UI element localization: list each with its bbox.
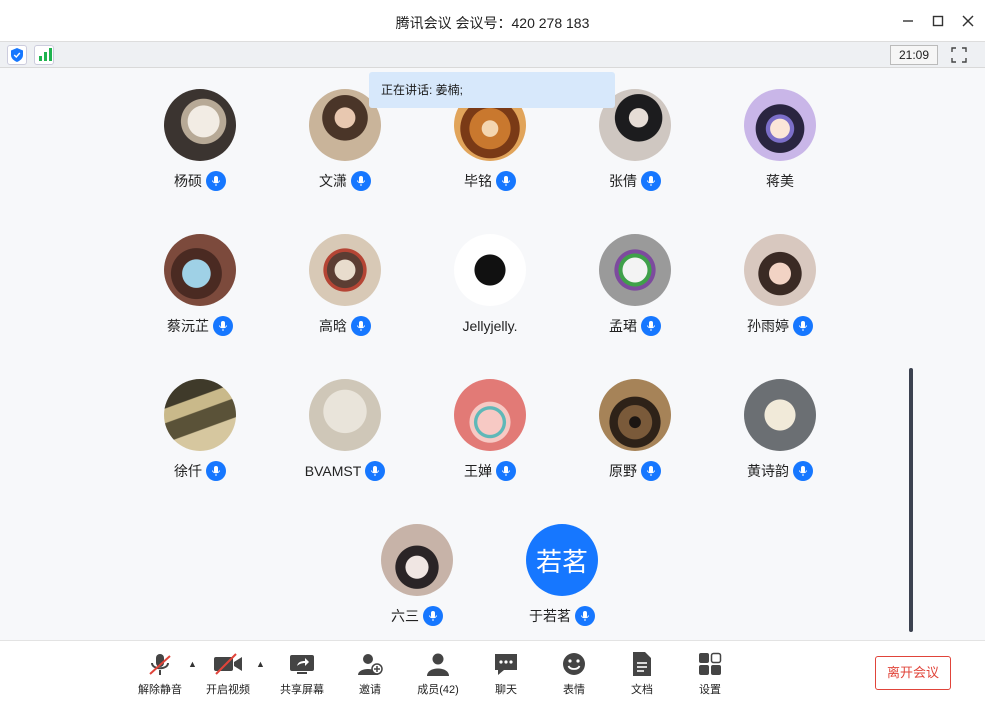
mic-muted-icon	[149, 654, 171, 675]
participant-name: 毕铭	[464, 173, 492, 189]
share-screen-button[interactable]: 共享屏幕	[272, 647, 332, 701]
mic-icon	[213, 316, 233, 336]
participant-name: 张倩	[609, 173, 637, 189]
mic-icon	[206, 171, 226, 191]
meeting-clock: 21:09	[890, 45, 938, 65]
avatar-initials: 若茗	[526, 524, 598, 596]
avatar	[454, 234, 526, 306]
minimize-icon[interactable]	[897, 10, 919, 32]
title-bar: 腾讯会议 会议号：420 278 183	[0, 0, 985, 42]
maximize-icon[interactable]	[927, 10, 949, 32]
mic-icon	[641, 461, 661, 481]
participant-tile[interactable]: Jellyjelly.	[417, 234, 563, 354]
chat-icon	[495, 654, 517, 675]
mic-icon	[793, 316, 813, 336]
participant-name: BVAMST	[304, 463, 362, 479]
settings-button[interactable]: 设置	[680, 647, 740, 701]
document-icon	[633, 652, 651, 676]
window-title: 腾讯会议 会议号：420 278 183	[395, 15, 590, 31]
avatar	[744, 379, 816, 451]
participant-name: 黄诗韵	[747, 463, 789, 479]
avatar	[599, 234, 671, 306]
avatar	[381, 524, 453, 596]
invite-button[interactable]: 邀请	[340, 647, 400, 701]
participant-tile[interactable]: 孙雨婷	[707, 234, 853, 354]
mic-icon	[793, 461, 813, 481]
participant-name: 高晗	[319, 318, 347, 334]
participant-tile[interactable]: 若茗 于若茗	[489, 524, 635, 644]
avatar	[744, 234, 816, 306]
video-options-caret[interactable]: ▲	[256, 659, 266, 669]
fullscreen-icon[interactable]	[948, 45, 970, 65]
avatar	[309, 379, 381, 451]
avatar	[164, 379, 236, 451]
avatar	[309, 234, 381, 306]
mic-icon	[206, 461, 226, 481]
participant-tile[interactable]: 蔡沅芷	[127, 234, 273, 354]
apps-grid-icon	[699, 652, 722, 675]
participant-tile[interactable]: BVAMST	[272, 379, 418, 499]
avatar	[454, 379, 526, 451]
mic-icon	[423, 606, 443, 626]
participant-tile[interactable]: 六三	[344, 524, 490, 644]
avatar	[744, 89, 816, 161]
reactions-button[interactable]: 表情	[544, 647, 604, 701]
share-screen-icon	[290, 655, 314, 674]
participant-name: 杨硕	[174, 173, 202, 189]
shield-icon[interactable]	[7, 45, 27, 65]
participant-tile[interactable]: 徐仟	[127, 379, 273, 499]
emoji-icon	[563, 653, 585, 675]
signal-icon[interactable]	[34, 45, 54, 65]
mic-icon	[496, 171, 516, 191]
participant-tile[interactable]: 杨硕	[127, 89, 273, 209]
meeting-toolbar: 解除静音 ▲ 开启视频 ▲ 共享屏幕 邀请 成员(42) 聊天 表情 文档 设置…	[0, 640, 985, 705]
start-video-button[interactable]: 开启视频	[198, 647, 258, 701]
participant-tile[interactable]: 孟珺	[562, 234, 708, 354]
participant-name: 原野	[609, 463, 637, 479]
gallery-scrollbar[interactable]	[909, 368, 913, 632]
chat-button[interactable]: 聊天	[476, 647, 536, 701]
documents-button[interactable]: 文档	[612, 647, 672, 701]
participant-name: 徐仟	[174, 463, 202, 479]
unmute-button[interactable]: 解除静音	[130, 647, 190, 701]
leave-meeting-button[interactable]: 离开会议	[875, 656, 951, 690]
participant-name: 孙雨婷	[747, 318, 789, 334]
participant-name: 文潇	[319, 173, 347, 189]
participant-name: 孟珺	[609, 318, 637, 334]
participant-name: 六三	[391, 608, 419, 624]
mic-icon	[575, 606, 595, 626]
add-user-icon	[358, 654, 383, 675]
participant-name: Jellyjelly.	[462, 318, 518, 334]
participant-name: 蔡沅芷	[167, 318, 209, 334]
avatar	[164, 234, 236, 306]
mic-icon	[351, 316, 371, 336]
participant-tile[interactable]: 原野	[562, 379, 708, 499]
mic-icon	[351, 171, 371, 191]
mic-icon	[641, 171, 661, 191]
participant-tile[interactable]: 蒋美	[707, 89, 853, 209]
mic-icon	[641, 316, 661, 336]
participant-name: 蒋美	[766, 173, 794, 189]
avatar	[599, 379, 671, 451]
participant-tile[interactable]: 王婵	[417, 379, 563, 499]
participant-name: 王婵	[464, 463, 492, 479]
close-icon[interactable]	[957, 10, 979, 32]
participant-name: 于若茗	[529, 608, 571, 624]
participant-tile[interactable]: 黄诗韵	[707, 379, 853, 499]
members-button[interactable]: 成员(42)	[408, 647, 468, 701]
mic-icon	[496, 461, 516, 481]
speaking-indicator: 正在讲话: 姜楠;	[369, 72, 615, 108]
mic-icon	[365, 461, 386, 481]
audio-options-caret[interactable]: ▲	[188, 659, 198, 669]
video-off-icon	[214, 653, 242, 675]
status-bar: 21:09	[0, 42, 985, 68]
participant-tile[interactable]: 高晗	[272, 234, 418, 354]
avatar	[164, 89, 236, 161]
members-icon	[427, 653, 449, 676]
